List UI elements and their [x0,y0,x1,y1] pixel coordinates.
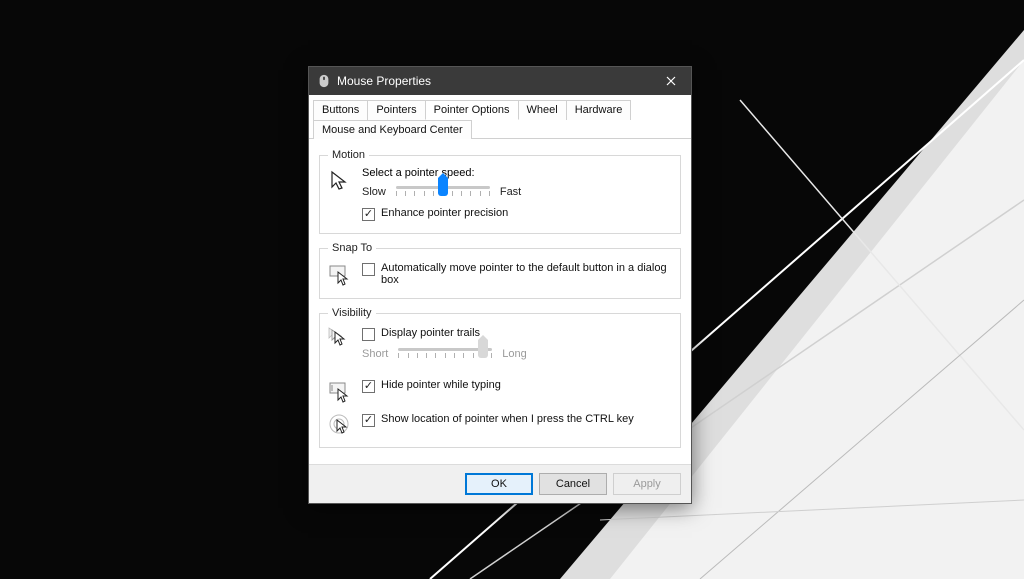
tab-wheel[interactable]: Wheel [518,100,567,120]
group-visibility-legend: Visibility [328,307,376,319]
window-title: Mouse Properties [337,74,651,88]
pointer-trails-slider [398,345,492,363]
cursor-speed-icon [328,167,362,193]
desktop: Mouse Properties Buttons Pointers Pointe… [0,0,1024,579]
ctrl-locate-label: Show location of pointer when I press th… [381,413,634,425]
auto-move-label: Automatically move pointer to the defaul… [381,262,672,286]
auto-move-checkbox[interactable]: Automatically move pointer to the defaul… [362,262,672,286]
pointer-speed-slider[interactable] [396,183,490,201]
enhance-precision-label: Enhance pointer precision [381,207,508,219]
slow-label: Slow [362,186,386,198]
pointer-trails-label: Display pointer trails [381,327,480,339]
tab-buttons[interactable]: Buttons [313,100,368,120]
ctrl-locate-checkbox[interactable]: ✓ Show location of pointer when I press … [362,413,672,427]
apply-button: Apply [613,473,681,495]
close-button[interactable] [651,67,691,95]
group-visibility: Visibility Display pointer trails [319,307,681,448]
pointer-trails-checkbox[interactable]: Display pointer trails [362,327,672,341]
tab-content: Motion Select a pointer speed: Slow [309,139,691,464]
ok-button[interactable]: OK [465,473,533,495]
hide-typing-label: Hide pointer while typing [381,379,501,391]
cancel-button[interactable]: Cancel [539,473,607,495]
ctrl-locate-icon [328,411,362,437]
tab-pointer-options[interactable]: Pointer Options [425,100,519,120]
group-motion-legend: Motion [328,149,369,161]
mouse-icon [317,74,331,88]
mouse-properties-dialog: Mouse Properties Buttons Pointers Pointe… [308,66,692,504]
snap-to-icon [328,260,362,286]
hide-typing-icon [328,377,362,403]
titlebar[interactable]: Mouse Properties [309,67,691,95]
tab-strip: Buttons Pointers Pointer Options Wheel H… [309,95,691,139]
pointer-speed-prompt: Select a pointer speed: [362,167,672,179]
dialog-buttons: OK Cancel Apply [309,464,691,503]
group-motion: Motion Select a pointer speed: Slow [319,149,681,234]
tab-pointers[interactable]: Pointers [367,100,425,120]
group-snap-to-legend: Snap To [328,242,376,254]
pointer-trails-icon [328,325,362,351]
group-snap-to: Snap To Automatically move pointer to th… [319,242,681,299]
enhance-precision-checkbox[interactable]: ✓ Enhance pointer precision [362,207,672,221]
trails-long-label: Long [502,348,526,360]
fast-label: Fast [500,186,521,198]
tab-hardware[interactable]: Hardware [566,100,632,120]
hide-typing-checkbox[interactable]: ✓ Hide pointer while typing [362,379,672,393]
trails-short-label: Short [362,348,388,360]
tab-mouse-keyboard-center[interactable]: Mouse and Keyboard Center [313,120,472,139]
